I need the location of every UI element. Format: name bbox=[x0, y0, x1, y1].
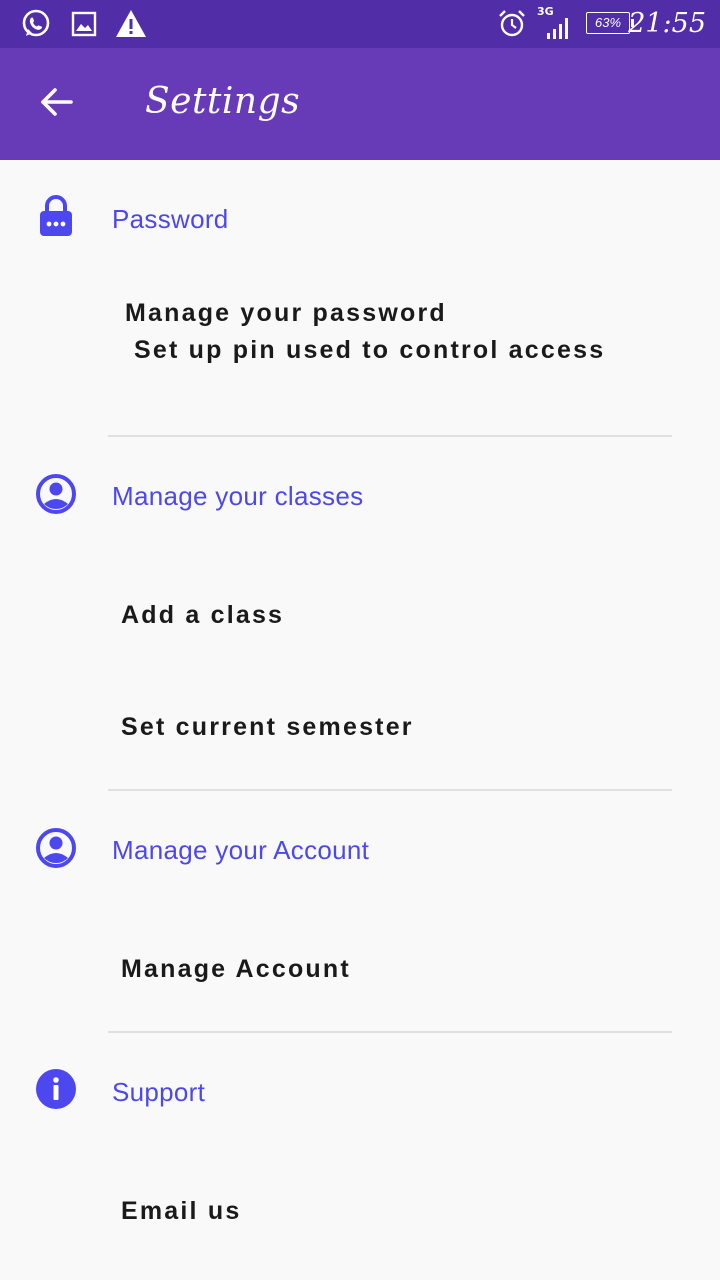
section-title-password: Password bbox=[112, 204, 229, 234]
section-title-account: Manage your Account bbox=[112, 835, 370, 865]
back-button[interactable] bbox=[28, 78, 84, 130]
image-icon bbox=[66, 6, 102, 42]
add-class-item[interactable]: Add a class bbox=[121, 601, 284, 630]
info-icon bbox=[34, 1067, 78, 1111]
whatsapp-icon bbox=[18, 6, 54, 42]
lock-icon bbox=[34, 194, 78, 238]
status-bar: 3G 63% 21:55 bbox=[0, 0, 720, 48]
email-us-item[interactable]: Email us bbox=[121, 1197, 241, 1226]
section-title-classes: Manage your classes bbox=[112, 481, 364, 511]
battery-icon: 63% bbox=[586, 12, 634, 34]
divider bbox=[108, 789, 672, 791]
status-time: 21:55 bbox=[628, 8, 706, 39]
account-circle-icon bbox=[34, 472, 78, 516]
arrow-back-icon bbox=[38, 86, 74, 123]
account-circle-icon bbox=[34, 826, 78, 870]
manage-account-item[interactable]: Manage Account bbox=[121, 955, 351, 984]
section-title-support: Support bbox=[112, 1077, 206, 1107]
page-title: Settings bbox=[145, 81, 301, 122]
divider bbox=[108, 1031, 672, 1033]
setup-pin-item[interactable]: Set up pin used to control access bbox=[134, 336, 605, 365]
app-bar: Settings bbox=[0, 48, 720, 160]
manage-password-item[interactable]: Manage your password bbox=[125, 299, 447, 328]
set-semester-item[interactable]: Set current semester bbox=[121, 713, 414, 742]
alarm-icon bbox=[494, 6, 530, 42]
divider bbox=[108, 435, 672, 437]
signal-icon bbox=[540, 10, 576, 46]
warning-icon bbox=[113, 6, 149, 42]
